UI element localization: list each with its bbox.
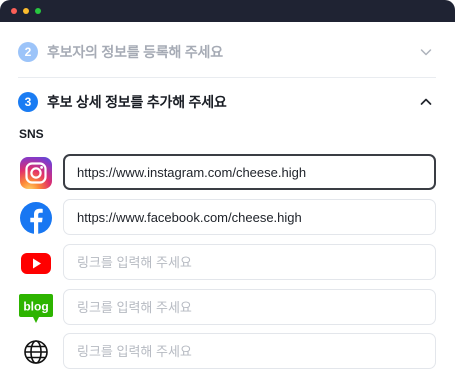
section-divider: [18, 77, 436, 78]
step-2-header[interactable]: 2 후보자의 정보를 등록해 주세요: [18, 35, 436, 69]
globe-icon: [18, 335, 54, 369]
sns-row-youtube: [18, 244, 436, 282]
youtube-icon: [18, 246, 54, 280]
blog-icon-text: blog: [23, 300, 48, 314]
chevron-down-icon[interactable]: [416, 42, 436, 62]
facebook-icon: [18, 201, 54, 235]
sns-row-website: [18, 333, 436, 371]
step-3-header[interactable]: 3 후보 상세 정보를 추가해 주세요: [18, 85, 436, 119]
window-titlebar: [0, 0, 455, 22]
sns-section-label: SNS: [19, 127, 44, 141]
maximize-window-button[interactable]: [35, 8, 41, 14]
youtube-link-input[interactable]: [63, 244, 436, 280]
sns-row-facebook: [18, 199, 436, 237]
step-3-title: 후보 상세 정보를 추가해 주세요: [47, 94, 227, 110]
sns-row-instagram: [18, 154, 436, 192]
step-3-number-badge: 3: [18, 92, 38, 112]
blog-icon: blog: [18, 291, 54, 325]
sns-row-blog: blog: [18, 289, 436, 327]
instagram-icon: [18, 156, 54, 190]
chevron-up-icon[interactable]: [416, 92, 436, 112]
website-link-input[interactable]: [63, 333, 436, 369]
facebook-link-input[interactable]: [63, 199, 436, 235]
instagram-link-input[interactable]: [63, 154, 436, 190]
blog-link-input[interactable]: [63, 289, 436, 325]
minimize-window-button[interactable]: [23, 8, 29, 14]
app-window: 2 후보자의 정보를 등록해 주세요 3 후보 상세 정보를 추가해 주세요 S…: [0, 0, 455, 387]
step-2-number-badge: 2: [18, 42, 38, 62]
close-window-button[interactable]: [11, 8, 17, 14]
step-2-title: 후보자의 정보를 등록해 주세요: [47, 44, 223, 60]
